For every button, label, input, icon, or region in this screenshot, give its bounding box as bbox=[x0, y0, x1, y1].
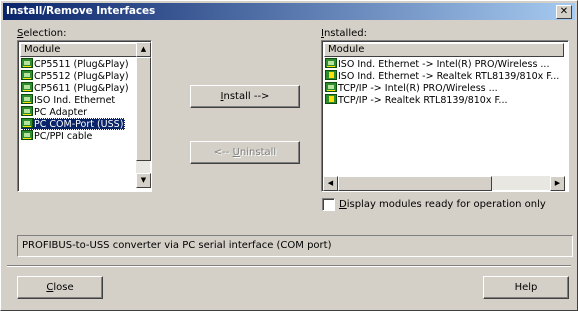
module-icon bbox=[21, 118, 33, 128]
install-button[interactable]: Install --> bbox=[190, 85, 300, 108]
uninstall-button[interactable]: <-- Uninstall bbox=[190, 141, 300, 164]
footer-separator bbox=[7, 265, 571, 267]
installed-list-item-label: TCP/IP -> Realtek RTL8139/810x F... bbox=[338, 95, 508, 106]
scroll-left-arrow-icon[interactable]: ◀ bbox=[323, 176, 338, 191]
selection-scroll-thumb[interactable] bbox=[136, 57, 151, 161]
checkbox-label-text: Display modules ready for operation only bbox=[339, 199, 546, 210]
uninstall-button-label: <-- Uninstall bbox=[213, 147, 277, 158]
network-icon bbox=[325, 70, 337, 80]
installed-list-item[interactable]: ISO Ind. Ethernet -> Intel(R) PRO/Wirele… bbox=[325, 58, 551, 70]
module-icon bbox=[325, 82, 337, 92]
installed-horizontal-scrollbar[interactable]: ◀ ▶ bbox=[323, 176, 565, 191]
scroll-right-arrow-icon[interactable]: ▶ bbox=[550, 176, 565, 191]
install-button-label: Install --> bbox=[220, 91, 270, 102]
close-window-button[interactable]: ✕ bbox=[556, 5, 572, 19]
selection-list-item[interactable]: ISO Ind. Ethernet bbox=[21, 94, 117, 106]
network-icon bbox=[325, 94, 337, 104]
scroll-down-arrow-icon[interactable]: ▼ bbox=[136, 173, 151, 188]
module-icon bbox=[21, 70, 33, 80]
module-icon bbox=[325, 58, 337, 68]
selection-list-item[interactable]: CP5611 (Plug&Play) bbox=[21, 82, 131, 94]
selection-column-header[interactable]: Module bbox=[20, 43, 137, 57]
selection-list-item[interactable]: PC Adapter bbox=[21, 106, 89, 118]
help-button-label: Help bbox=[514, 282, 538, 293]
installed-list-item-label: ISO Ind. Ethernet -> Intel(R) PRO/Wirele… bbox=[338, 59, 550, 70]
selection-list-item-label: PC Adapter bbox=[34, 107, 88, 118]
selection-list-item-label: CP5511 (Plug&Play) bbox=[34, 59, 129, 70]
help-button[interactable]: Help bbox=[483, 276, 569, 299]
installed-list-item-label: TCP/IP -> Intel(R) PRO/Wireless ... bbox=[338, 83, 498, 94]
close-button-label: Close bbox=[46, 282, 74, 293]
module-icon bbox=[21, 58, 33, 68]
selection-label: Selection: bbox=[17, 28, 67, 39]
title-bar[interactable]: Install/Remove Interfaces ✕ bbox=[3, 3, 575, 20]
installed-list-item[interactable]: ISO Ind. Ethernet -> Realtek RTL8139/810… bbox=[325, 70, 561, 82]
module-icon bbox=[21, 130, 33, 140]
install-remove-interfaces-dialog: Install/Remove Interfaces ✕ Selection: M… bbox=[0, 0, 578, 311]
ready-modules-checkbox-label[interactable]: Display modules ready for operation only bbox=[339, 199, 546, 210]
selection-list-item[interactable]: CP5511 (Plug&Play) bbox=[21, 58, 131, 70]
selection-list-item-label: PC COM-Port (USS) bbox=[34, 119, 124, 130]
selection-list-item[interactable]: PC COM-Port (USS) bbox=[21, 118, 126, 130]
module-description: PROFIBUS-to-USS converter via PC serial … bbox=[17, 235, 573, 257]
installed-column-header[interactable]: Module bbox=[324, 43, 564, 57]
installed-list-item-label: ISO Ind. Ethernet -> Realtek RTL8139/810… bbox=[338, 71, 560, 82]
module-icon bbox=[21, 82, 33, 92]
scroll-up-arrow-icon[interactable]: ▲ bbox=[136, 42, 151, 57]
module-icon bbox=[21, 106, 33, 116]
selection-list-item[interactable]: PC/PPI cable bbox=[21, 130, 94, 142]
selection-scrollbar[interactable]: ▲ ▼ bbox=[136, 42, 151, 188]
selection-list-item-label: CP5512 (Plug&Play) bbox=[34, 71, 129, 82]
module-icon bbox=[21, 94, 33, 104]
selection-list-item[interactable]: CP5512 (Plug&Play) bbox=[21, 70, 131, 82]
installed-scroll-thumb[interactable] bbox=[338, 176, 492, 191]
installed-list-item[interactable]: TCP/IP -> Realtek RTL8139/810x F... bbox=[325, 94, 510, 106]
selection-list-item-label: ISO Ind. Ethernet bbox=[34, 95, 116, 106]
selection-list-item-label: PC/PPI cable bbox=[34, 131, 93, 142]
installed-list-item[interactable]: TCP/IP -> Intel(R) PRO/Wireless ... bbox=[325, 82, 500, 94]
close-button[interactable]: Close bbox=[17, 276, 103, 299]
installed-listbox[interactable]: Module ISO Ind. Ethernet -> Intel(R) PRO… bbox=[321, 40, 569, 192]
selection-list-item-label: CP5611 (Plug&Play) bbox=[34, 83, 129, 94]
selection-label-text: election: bbox=[23, 28, 67, 39]
ready-modules-checkbox[interactable] bbox=[322, 198, 335, 211]
installed-label: Installed: bbox=[321, 28, 367, 39]
selection-listbox[interactable]: Module CP5511 (Plug&Play) CP5512 (Plug&Pl… bbox=[17, 40, 152, 192]
window-title: Install/Remove Interfaces bbox=[6, 5, 156, 17]
